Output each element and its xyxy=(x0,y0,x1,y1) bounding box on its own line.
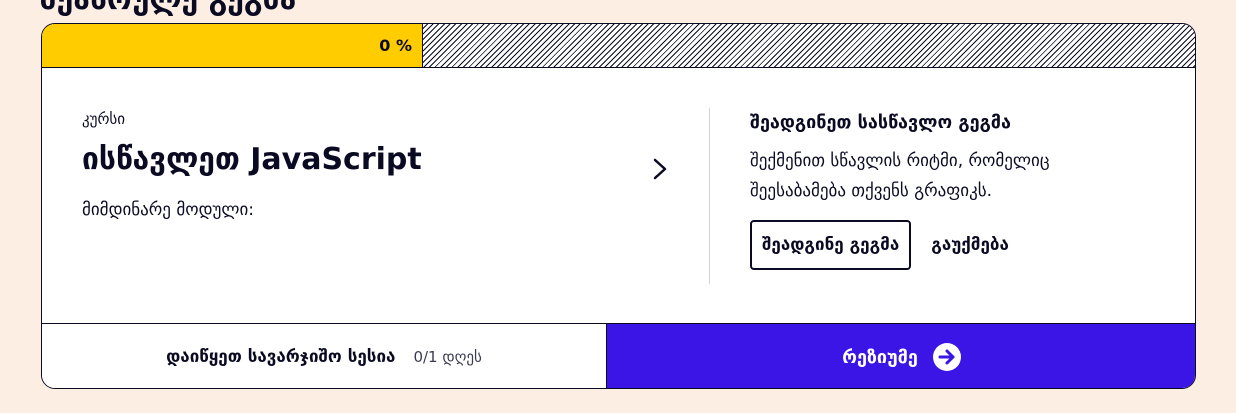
plan-title: შეადგინეთ სასწავლო გეგმა xyxy=(750,112,1011,133)
page-heading: შეასრულე გეგმა xyxy=(40,0,296,18)
progress-bar: 0 % xyxy=(42,24,1195,68)
course-title: ისწავლეთ JavaScript xyxy=(82,142,422,177)
course-kicker: კურსი xyxy=(82,110,126,128)
arrow-right-circle-icon xyxy=(932,343,961,371)
practice-count: 0/1 დღეს xyxy=(413,348,482,366)
progress-label: 0 % xyxy=(379,36,412,55)
current-module-label: მიმდინარე მოდული: xyxy=(82,200,255,220)
chevron-right-icon[interactable] xyxy=(647,152,673,186)
create-plan-button[interactable]: შეადგინე გეგმა xyxy=(750,220,912,270)
practice-session-label: დაიწყეთ სავარჯიშო სესია xyxy=(166,347,396,367)
resume-label: რეზიუმე xyxy=(842,346,918,368)
divider xyxy=(709,108,710,284)
course-card: 0 % კურსი ისწავლეთ JavaScript მიმდინარე … xyxy=(41,23,1196,389)
progress-fill: 0 % xyxy=(42,24,423,67)
practice-session-button[interactable]: დაიწყეთ სავარჯიშო სესია 0/1 დღეს xyxy=(42,323,607,388)
plan-description: შექმენით სწავლის რიტმი, რომელიც შეესაბამ… xyxy=(750,151,1050,201)
course-link[interactable]: კურსი ისწავლეთ JavaScript მიმდინარე მოდუ… xyxy=(82,110,672,260)
plan-actions: შეადგინე გეგმა გაუქმება xyxy=(750,220,1170,270)
dismiss-button[interactable]: გაუქმება xyxy=(931,235,1009,255)
study-plan-panel: შეადგინეთ სასწავლო გეგმა შექმენით სწავლი… xyxy=(750,110,1170,270)
resume-button[interactable]: რეზიუმე xyxy=(607,323,1195,388)
